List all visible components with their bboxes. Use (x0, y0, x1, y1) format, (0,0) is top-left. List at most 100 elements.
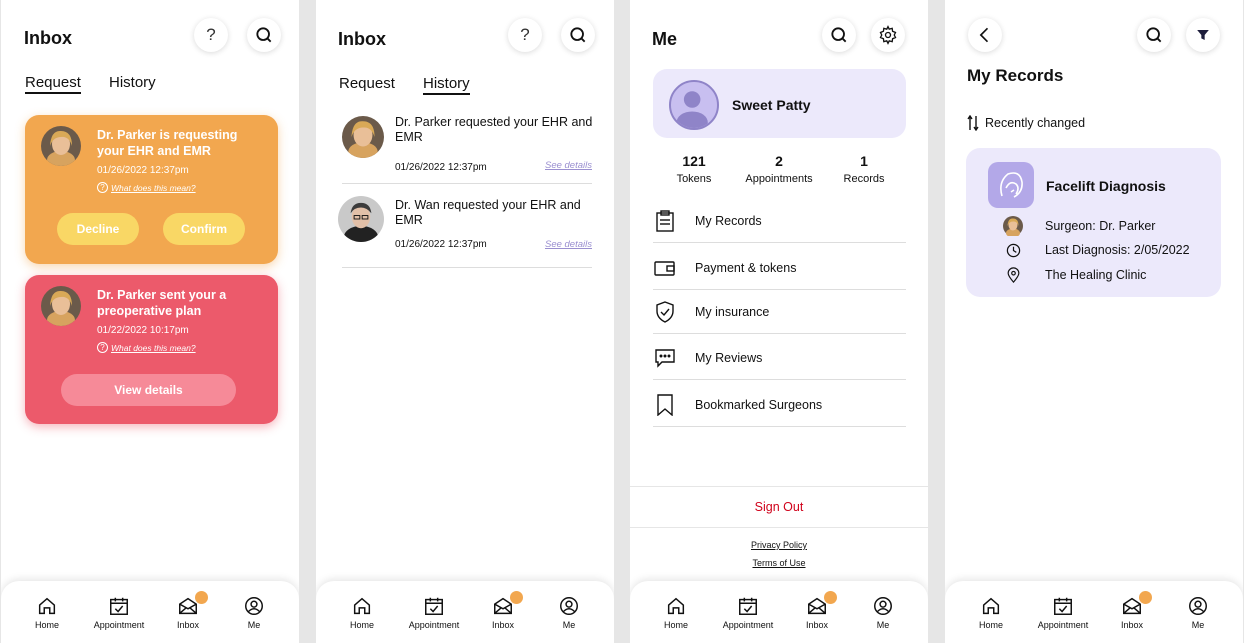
bottom-nav: Home Appointment Inbox Me (630, 581, 928, 643)
request-time: 01/22/2022 10:17pm (97, 325, 189, 336)
help-link[interactable]: ? What does this mean? (97, 342, 196, 353)
profile-name: Sweet Patty (732, 97, 811, 113)
search-button[interactable] (822, 18, 856, 52)
history-time: 01/26/2022 12:37pm (395, 239, 487, 250)
home-icon (353, 597, 371, 615)
nav-home[interactable]: Home (12, 595, 82, 630)
confirm-button[interactable]: Confirm (163, 213, 245, 245)
back-button[interactable] (968, 18, 1002, 52)
tab-history[interactable]: History (109, 74, 156, 91)
menu-payment[interactable]: Payment & tokens (653, 246, 906, 290)
nav-appointment[interactable]: Appointment (84, 595, 154, 630)
tab-request[interactable]: Request (339, 75, 395, 92)
calendar-icon (110, 597, 128, 615)
inbox-request-screen: Inbox ? Request History Dr. Parker is re… (1, 0, 299, 643)
request-title: Dr. Parker is requesting your EHR and EM… (97, 128, 238, 158)
record-card[interactable]: Facelift Diagnosis Surgeon: Dr. Parker L… (966, 148, 1221, 297)
help-link[interactable]: ? What does this mean? (97, 182, 196, 193)
profile-card[interactable]: Sweet Patty (653, 69, 906, 138)
help-button[interactable]: ? (194, 18, 228, 52)
calendar-icon (739, 597, 757, 615)
nav-home[interactable]: Home (641, 595, 711, 630)
help-button[interactable]: ? (508, 18, 542, 52)
nav-inbox[interactable]: Inbox (782, 591, 852, 630)
nav-appointment[interactable]: Appointment (1028, 595, 1098, 630)
request-title: Dr. Parker sent your a preoperative plan (97, 288, 227, 318)
chevron-left-icon (979, 27, 989, 43)
home-icon (38, 597, 56, 615)
nav-inbox[interactable]: Inbox (468, 591, 538, 630)
question-icon: ? (520, 25, 530, 44)
notification-dot (824, 591, 837, 604)
decline-button[interactable]: Decline (57, 213, 139, 245)
avatar (41, 286, 81, 326)
nav-home[interactable]: Home (327, 595, 397, 630)
home-icon (982, 597, 1000, 615)
nav-inbox[interactable]: Inbox (153, 591, 223, 630)
search-button[interactable] (1137, 18, 1171, 52)
nav-home[interactable]: Home (956, 595, 1026, 630)
menu-bookmarked[interactable]: Bookmarked Surgeons (653, 383, 906, 427)
search-button[interactable] (247, 18, 281, 52)
chat-icon (655, 348, 675, 368)
menu-insurance[interactable]: My insurance (653, 290, 906, 334)
user-icon (874, 597, 892, 615)
nav-me[interactable]: Me (534, 595, 604, 630)
settings-button[interactable] (871, 18, 905, 52)
nav-inbox[interactable]: Inbox (1097, 591, 1167, 630)
terms-of-use-link[interactable]: Terms of Use (630, 558, 928, 568)
bottom-nav: Home Appointment Inbox Me (316, 581, 614, 643)
location-pin-icon (1007, 267, 1019, 283)
see-details-link[interactable]: See details (545, 160, 592, 171)
request-card: Dr. Parker sent your a preoperative plan… (25, 275, 278, 424)
avatar (41, 126, 81, 166)
menu-my-records[interactable]: My Records (653, 199, 906, 243)
list-item[interactable]: Dr. Wan requested your EHR and EMR 01/26… (338, 186, 592, 268)
menu-reviews[interactable]: My Reviews (653, 336, 906, 380)
see-details-link[interactable]: See details (545, 239, 592, 250)
clipboard-icon (656, 209, 674, 232)
search-icon (256, 27, 272, 43)
face-icon (988, 162, 1034, 208)
tab-request[interactable]: Request (25, 74, 81, 94)
page-title: Me (652, 29, 678, 49)
bookmark-icon (657, 393, 673, 416)
privacy-policy-link[interactable]: Privacy Policy (630, 540, 928, 550)
gear-icon (879, 25, 897, 45)
home-icon (667, 597, 685, 615)
nav-me[interactable]: Me (219, 595, 289, 630)
filter-button[interactable] (1186, 18, 1220, 52)
search-icon (831, 27, 847, 43)
stat-records[interactable]: 1 Records (824, 153, 904, 185)
me-screen: Me Sweet Patty 121 Tokens 2 Appointments… (630, 0, 928, 643)
search-button[interactable] (561, 18, 595, 52)
nav-appointment[interactable]: Appointment (713, 595, 783, 630)
stat-tokens[interactable]: 121 Tokens (654, 153, 734, 185)
question-icon: ? (97, 342, 108, 353)
calendar-icon (1054, 597, 1072, 615)
view-details-button[interactable]: View details (61, 374, 236, 406)
sign-out-button[interactable]: Sign Out (630, 486, 928, 528)
avatar (1003, 216, 1023, 236)
user-icon (1189, 597, 1207, 615)
records-screen: My Records Recently changed Facelift Dia… (945, 0, 1243, 643)
page-title: Inbox (338, 29, 386, 49)
record-title: Facelift Diagnosis (1046, 178, 1166, 194)
stat-appointments[interactable]: 2 Appointments (739, 153, 819, 185)
tab-history[interactable]: History (423, 75, 470, 95)
list-item[interactable]: Dr. Parker requested your EHR and EMR 01… (342, 106, 592, 184)
nav-me[interactable]: Me (848, 595, 918, 630)
history-time: 01/26/2022 12:37pm (395, 162, 487, 173)
nav-me[interactable]: Me (1163, 595, 1233, 630)
inbox-history-screen: Inbox ? Request History Dr. Parker reque… (316, 0, 614, 643)
nav-appointment[interactable]: Appointment (399, 595, 469, 630)
filter-icon (1197, 30, 1209, 40)
shield-icon (656, 300, 674, 323)
page-title: Inbox (24, 28, 72, 48)
sort-control[interactable]: Recently changed (967, 115, 1085, 131)
question-icon: ? (206, 25, 216, 44)
sort-icon (967, 115, 979, 131)
record-clinic: The Healing Clinic (1003, 265, 1146, 285)
request-time: 01/26/2022 12:37pm (97, 165, 189, 176)
user-icon (245, 597, 263, 615)
